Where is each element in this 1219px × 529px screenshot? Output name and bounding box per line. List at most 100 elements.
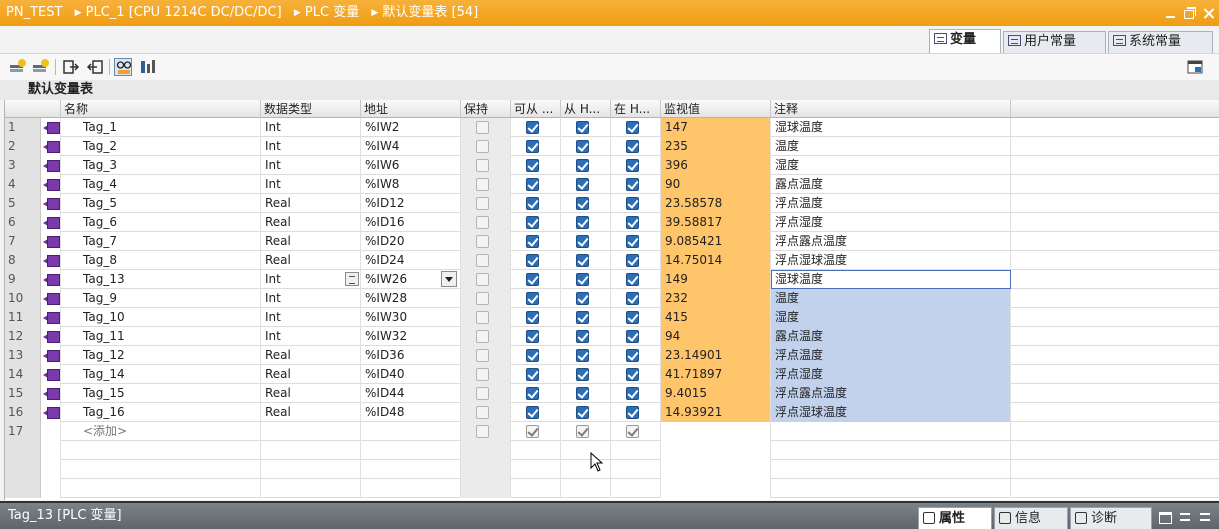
accessible-from-hmi-checkbox[interactable]	[526, 216, 539, 229]
address-cell[interactable]: %ID36	[361, 346, 461, 365]
comment-cell[interactable]: 湿球温度	[771, 118, 1011, 137]
writable-from-hmi-checkbox[interactable]	[576, 406, 589, 419]
writable-from-hmi-checkbox[interactable]	[576, 159, 589, 172]
tag-name-cell[interactable]: Tag_16	[61, 403, 261, 422]
tag-name-cell[interactable]: Tag_12	[61, 346, 261, 365]
datatype-cell[interactable]: Real	[261, 365, 361, 384]
datatype-cell[interactable]: Int	[261, 327, 361, 346]
comment-cell[interactable]: 湿球温度	[771, 270, 1011, 289]
address-cell[interactable]: %IW6	[361, 156, 461, 175]
address-cell[interactable]: %ID40	[361, 365, 461, 384]
breadcrumb-project[interactable]: PN_TEST	[6, 5, 62, 20]
table-row[interactable]: 12 Tag_11 Int %IW32 94 露点温度	[5, 327, 1219, 346]
datatype-cell[interactable]: Int	[261, 118, 361, 137]
tag-name-cell[interactable]: Tag_1	[61, 118, 261, 137]
table-row[interactable]: 3 Tag_3 Int %IW6 396 湿度	[5, 156, 1219, 175]
header-retain[interactable]: 保持	[461, 100, 511, 118]
accessible-from-hmi-checkbox[interactable]	[526, 406, 539, 419]
visible-in-hmi-checkbox[interactable]	[626, 425, 639, 438]
tab-user-constants[interactable]: 用户常量	[1003, 31, 1106, 53]
address-cell[interactable]: %ID44	[361, 384, 461, 403]
accessible-from-hmi-checkbox[interactable]	[526, 273, 539, 286]
accessible-from-hmi-checkbox[interactable]	[526, 254, 539, 267]
retain-checkbox[interactable]	[476, 121, 489, 134]
datatype-browse-icon[interactable]	[345, 272, 359, 286]
address-cell[interactable]: %ID24	[361, 251, 461, 270]
table-row[interactable]: 15 Tag_15 Real %ID44 9.4015 浮点露点温度	[5, 384, 1219, 403]
tag-name-cell[interactable]: Tag_14	[61, 365, 261, 384]
accessible-from-hmi-checkbox[interactable]	[526, 425, 539, 438]
writable-from-hmi-checkbox[interactable]	[576, 387, 589, 400]
retain-checkbox[interactable]	[476, 330, 489, 343]
datatype-cell[interactable]: Int	[261, 175, 361, 194]
header-address[interactable]: 地址	[361, 100, 461, 118]
datatype-cell[interactable]: Int	[261, 308, 361, 327]
visible-in-hmi-checkbox[interactable]	[626, 349, 639, 362]
header-datatype[interactable]: 数据类型	[261, 100, 361, 118]
tag-name-cell[interactable]: Tag_3	[61, 156, 261, 175]
tab-tags[interactable]: 变量	[929, 29, 1001, 53]
monitor-all-icon[interactable]	[114, 58, 132, 76]
address-cell[interactable]: %ID20	[361, 232, 461, 251]
datatype-cell[interactable]: Int	[261, 289, 361, 308]
tag-name-cell[interactable]: Tag_9	[61, 289, 261, 308]
visible-in-hmi-checkbox[interactable]	[626, 235, 639, 248]
tag-name-cell[interactable]: Tag_6	[61, 213, 261, 232]
breadcrumb-plc[interactable]: PLC_1 [CPU 1214C DC/DC/DC]	[86, 5, 282, 20]
visible-in-hmi-checkbox[interactable]	[626, 197, 639, 210]
writable-from-hmi-checkbox[interactable]	[576, 254, 589, 267]
tag-name-cell[interactable]: Tag_10	[61, 308, 261, 327]
retain-checkbox[interactable]	[476, 235, 489, 248]
visible-in-hmi-checkbox[interactable]	[626, 140, 639, 153]
retain-checkbox[interactable]	[476, 159, 489, 172]
tag-name-cell[interactable]: Tag_2	[61, 137, 261, 156]
accessible-from-hmi-checkbox[interactable]	[526, 311, 539, 324]
table-row[interactable]: 5 Tag_5 Real %ID12 23.58578 浮点温度	[5, 194, 1219, 213]
retain-checkbox[interactable]	[476, 311, 489, 324]
comment-cell[interactable]: 浮点湿球温度	[771, 403, 1011, 422]
datatype-cell[interactable]: Int	[261, 270, 361, 289]
table-row[interactable]: 11 Tag_10 Int %IW30 415 湿度	[5, 308, 1219, 327]
table-row[interactable]: 8 Tag_8 Real %ID24 14.75014 浮点湿球温度	[5, 251, 1219, 270]
comment-cell[interactable]: 湿度	[771, 156, 1011, 175]
accessible-from-hmi-checkbox[interactable]	[526, 159, 539, 172]
datatype-cell[interactable]: Real	[261, 251, 361, 270]
header-comment[interactable]: 注释	[771, 100, 1011, 118]
import-icon[interactable]	[86, 58, 104, 76]
visible-in-hmi-checkbox[interactable]	[626, 178, 639, 191]
float-window-icon[interactable]	[1159, 509, 1172, 524]
retain-checkbox[interactable]	[476, 273, 489, 286]
datatype-cell[interactable]: Int	[261, 156, 361, 175]
table-row[interactable]: 4 Tag_4 Int %IW8 90 露点温度	[5, 175, 1219, 194]
minimize-icon[interactable]	[1164, 7, 1177, 20]
comment-cell[interactable]: 温度	[771, 289, 1011, 308]
accessible-from-hmi-checkbox[interactable]	[526, 178, 539, 191]
tab-diagnostics[interactable]: 诊断	[1070, 507, 1152, 529]
expand-icon[interactable]	[1199, 509, 1211, 521]
visible-in-hmi-checkbox[interactable]	[626, 406, 639, 419]
retain-checkbox[interactable]	[476, 292, 489, 305]
header-monitor-value[interactable]: 监视值	[661, 100, 771, 118]
datatype-cell[interactable]: Real	[261, 403, 361, 422]
table-row[interactable]: 1 Tag_1 Int %IW2 147 湿球温度	[5, 118, 1219, 137]
address-cell[interactable]: %ID48	[361, 403, 461, 422]
writable-from-hmi-checkbox[interactable]	[576, 197, 589, 210]
window-layout-icon[interactable]	[1186, 58, 1204, 76]
comment-cell[interactable]: 露点温度	[771, 175, 1011, 194]
writable-from-hmi-checkbox[interactable]	[576, 349, 589, 362]
table-row[interactable]: 9 Tag_13 Int %IW26 149 湿球温度	[5, 270, 1219, 289]
tag-name-cell[interactable]: Tag_4	[61, 175, 261, 194]
accessible-from-hmi-checkbox[interactable]	[526, 330, 539, 343]
tab-info[interactable]: 信息	[994, 507, 1068, 529]
visible-in-hmi-checkbox[interactable]	[626, 292, 639, 305]
table-row[interactable]: 13 Tag_12 Real %ID36 23.14901 浮点温度	[5, 346, 1219, 365]
accessible-from-hmi-checkbox[interactable]	[526, 235, 539, 248]
breadcrumb-plc-tags[interactable]: PLC 变量	[305, 5, 359, 20]
visible-in-hmi-checkbox[interactable]	[626, 387, 639, 400]
close-icon[interactable]	[1202, 7, 1215, 20]
comment-cell[interactable]: 浮点露点温度	[771, 232, 1011, 251]
accessible-from-hmi-checkbox[interactable]	[526, 349, 539, 362]
visible-in-hmi-checkbox[interactable]	[626, 254, 639, 267]
address-cell[interactable]: %IW26	[361, 270, 461, 289]
add-new-row[interactable]: 17 <添加>	[5, 422, 1219, 441]
